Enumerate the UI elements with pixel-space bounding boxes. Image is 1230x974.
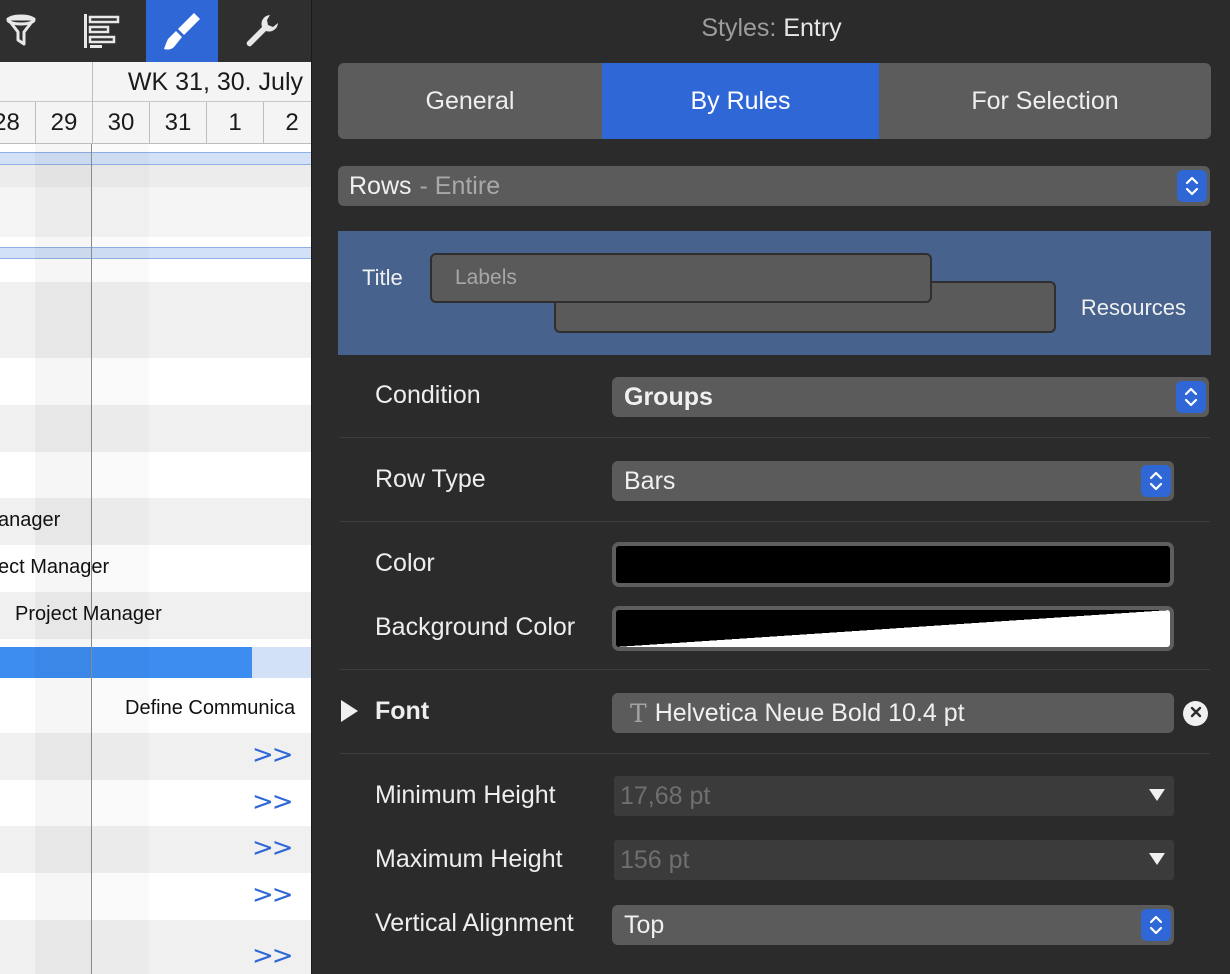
- resource-label: anager: [0, 509, 61, 531]
- rows-scope-suffix: - Entire: [419, 171, 501, 200]
- condition-popup[interactable]: Groups: [612, 377, 1209, 417]
- maximum-height-value: 156 pt: [620, 845, 690, 874]
- rows-scope-popup[interactable]: Rows - Entire: [338, 166, 1210, 206]
- separator: [340, 437, 1210, 438]
- tab-by-rules[interactable]: By Rules: [602, 63, 879, 139]
- color-swatch: [616, 546, 1170, 583]
- day-label: 1: [206, 102, 263, 144]
- row-type-popup[interactable]: Bars: [612, 461, 1174, 501]
- resource-label: Project Manager: [15, 603, 162, 625]
- dropdown-arrow-icon: [1149, 789, 1165, 801]
- inspector-title-value: Entry: [783, 14, 842, 42]
- rule-labels-token[interactable]: Labels: [430, 253, 932, 303]
- font-value: Helvetica Neue Bold 10.4 pt: [654, 698, 965, 727]
- vertical-alignment-popup[interactable]: Top: [612, 905, 1174, 945]
- tab-for-selection[interactable]: For Selection: [879, 63, 1211, 139]
- continuation-arrow[interactable]: >>: [252, 740, 294, 770]
- settings-button[interactable]: [226, 0, 298, 62]
- wrench-icon: [242, 11, 282, 51]
- chevron-updown-icon: [1141, 465, 1171, 497]
- continuation-arrow[interactable]: >>: [252, 833, 294, 863]
- filter-icon: [2, 11, 42, 51]
- filter-button[interactable]: [0, 0, 58, 62]
- minimum-height-combo[interactable]: 17,68 pt: [614, 776, 1174, 816]
- separator: [340, 521, 1210, 522]
- dropdown-arrow-icon: [1149, 853, 1165, 865]
- font-field[interactable]: T Helvetica Neue Bold 10.4 pt: [612, 693, 1174, 733]
- inspector-title: Styles: Entry: [312, 14, 1230, 43]
- minimum-height-label: Minimum Height: [375, 781, 556, 809]
- background-color-swatch: [616, 610, 1170, 647]
- vertical-alignment-value: Top: [624, 910, 665, 939]
- styles-tab-bar: General By Rules For Selection: [338, 63, 1211, 139]
- inspector-title-label: Styles:: [701, 14, 777, 42]
- rule-resources-label: Resources: [1080, 295, 1186, 320]
- condition-value: Groups: [624, 382, 713, 411]
- outline-icon: [80, 11, 124, 51]
- tab-general[interactable]: General: [338, 63, 602, 139]
- background-color-well[interactable]: [612, 606, 1174, 651]
- week-label: WK 31, 30. July: [92, 62, 311, 102]
- rule-title-label: Title: [362, 265, 403, 290]
- row-type-value: Bars: [624, 466, 676, 495]
- chevron-updown-icon: [1177, 170, 1207, 202]
- chevron-updown-icon: [1141, 909, 1171, 941]
- row-type-label: Row Type: [375, 465, 486, 493]
- day-label: 30: [92, 102, 149, 144]
- day-label: 2: [263, 102, 311, 144]
- separator: [340, 669, 1210, 670]
- styles-brush-icon: [160, 9, 204, 53]
- gantt-panel: WK 31, 30. July 28 29 30 31 1 2: [0, 0, 311, 974]
- styles-inspector: Styles: Entry General By Rules For Selec…: [311, 0, 1230, 974]
- day-label: 29: [35, 102, 92, 144]
- condition-label: Condition: [375, 381, 481, 409]
- clear-font-button[interactable]: [1183, 701, 1208, 726]
- rule-editor: Title Labels Resources: [338, 231, 1211, 355]
- continuation-arrow[interactable]: >>: [252, 880, 294, 910]
- disclosure-triangle-icon[interactable]: [341, 700, 358, 722]
- background-color-label: Background Color: [375, 613, 576, 641]
- close-icon: [1190, 705, 1202, 723]
- rows-scope-value: Rows: [349, 171, 412, 200]
- chevron-updown-icon: [1176, 381, 1206, 413]
- color-well[interactable]: [612, 542, 1174, 587]
- color-label: Color: [375, 549, 435, 577]
- font-t-icon: T: [630, 698, 647, 728]
- maximum-height-label: Maximum Height: [375, 845, 563, 873]
- continuation-arrow[interactable]: >>: [252, 941, 294, 971]
- day-label: 31: [149, 102, 206, 144]
- maximum-height-combo[interactable]: 156 pt: [614, 840, 1174, 880]
- task-label: Define Communica: [125, 697, 296, 719]
- separator: [340, 753, 1210, 754]
- vertical-alignment-label: Vertical Alignment: [375, 909, 574, 937]
- resource-label: ect Manager: [0, 556, 110, 578]
- outline-button[interactable]: [66, 0, 138, 62]
- toolbar: [0, 0, 311, 62]
- font-label: Font: [375, 697, 430, 725]
- minimum-height-value: 17,68 pt: [620, 781, 711, 810]
- day-label: 28: [0, 109, 20, 136]
- styles-button[interactable]: [146, 0, 218, 62]
- continuation-arrow[interactable]: >>: [252, 787, 294, 817]
